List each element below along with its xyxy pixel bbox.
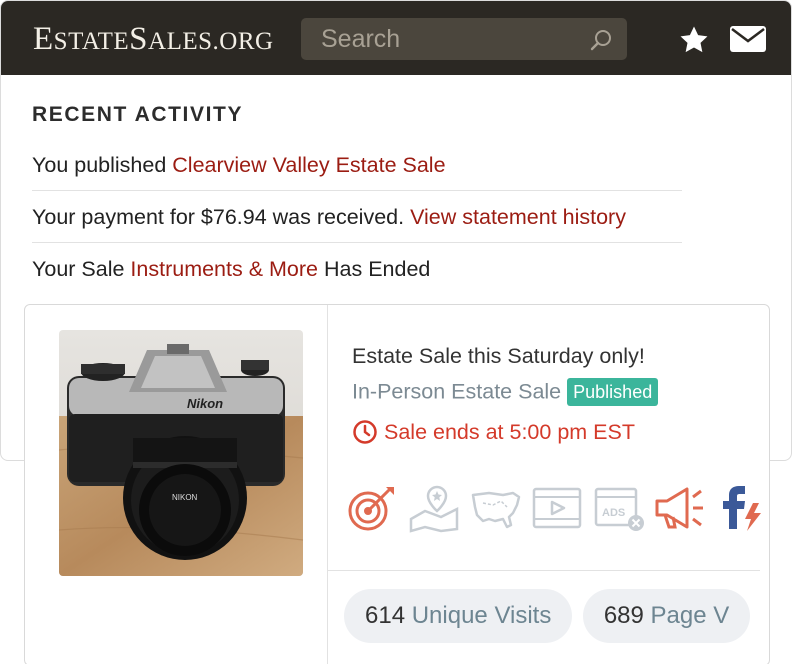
status-badge: Published — [567, 378, 659, 406]
card-divider — [328, 570, 760, 571]
recent-activity-title: RECENT ACTIVITY — [32, 103, 244, 126]
sale-photo[interactable]: NIKON Nikon — [59, 330, 303, 576]
stats-row: 614 Unique Visits 689 Page V — [344, 589, 756, 645]
search-input[interactable] — [301, 18, 581, 60]
sale-type-row: In-Person Estate Sale Published — [352, 378, 659, 410]
stat-label: Page V — [650, 602, 730, 629]
stat-value: 614 — [365, 602, 406, 629]
sale-link[interactable]: Instruments & More — [130, 257, 318, 281]
logo-letter: S — [129, 21, 149, 57]
activity-text-suffix: Has Ended — [318, 257, 431, 281]
activity-list: You published Clearview Valley Estate Sa… — [32, 139, 732, 295]
top-navbar: ESTATESALES.ORG — [1, 1, 791, 75]
mail-icon[interactable] — [729, 25, 767, 53]
facebook-boost-icon[interactable] — [715, 483, 769, 533]
sale-type: In-Person Estate Sale — [352, 379, 562, 404]
svg-text:NIKON: NIKON — [172, 493, 198, 502]
video-icon[interactable] — [530, 483, 584, 533]
svg-text:ADS: ADS — [602, 507, 625, 519]
stat-value: 689 — [603, 602, 644, 629]
activity-text: Your payment for $76.94 was received. — [32, 205, 411, 229]
logo-text: ALES — [148, 28, 213, 55]
map-pin-icon[interactable] — [407, 483, 461, 533]
sale-link[interactable]: Clearview Valley Estate Sale — [172, 153, 445, 177]
sale-end-time: Sale ends at 5:00 pm EST — [384, 419, 635, 444]
activity-item: Your Sale Instruments & More Has Ended — [32, 243, 682, 295]
activity-text: You published — [32, 153, 173, 177]
marketing-tools: ADS — [346, 483, 769, 533]
usa-map-icon[interactable] — [469, 483, 523, 533]
activity-item: You published Clearview Valley Estate Sa… — [32, 139, 682, 191]
ads-icon[interactable]: ADS — [592, 483, 646, 533]
sale-title[interactable]: Estate Sale this Saturday only! — [352, 344, 645, 369]
svg-text:Nikon: Nikon — [187, 396, 223, 411]
stat-page-views: 689 Page V — [582, 589, 751, 643]
sale-info: Estate Sale this Saturday only! In-Perso… — [328, 305, 769, 664]
search-icon[interactable] — [589, 28, 613, 52]
logo-domain: .ORG — [212, 28, 274, 55]
megaphone-icon[interactable] — [653, 483, 707, 533]
logo-letter: E — [33, 21, 54, 57]
star-icon[interactable] — [677, 23, 711, 57]
stat-label: Unique Visits — [411, 602, 552, 629]
activity-text: Your Sale — [32, 257, 131, 281]
search-box — [301, 18, 627, 60]
sale-end-row: Sale ends at 5:00 pm EST — [352, 419, 635, 451]
activity-item: Your payment for $76.94 was received. Vi… — [32, 191, 682, 243]
sale-card: NIKON Nikon Estate Sale this Saturday on… — [24, 304, 770, 664]
logo-text: STATE — [53, 28, 130, 55]
clock-icon — [353, 420, 377, 444]
stat-unique-visits: 614 Unique Visits — [344, 589, 573, 643]
site-logo[interactable]: ESTATESALES.ORG — [33, 21, 274, 59]
photo-column: NIKON Nikon — [25, 305, 328, 664]
target-icon[interactable] — [346, 483, 400, 533]
statement-history-link[interactable]: View statement history — [410, 205, 626, 229]
